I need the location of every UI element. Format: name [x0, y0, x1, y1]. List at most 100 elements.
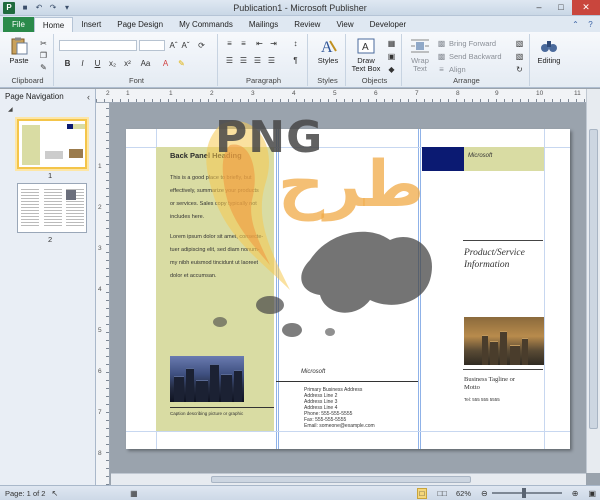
tab-file[interactable]: File [3, 17, 34, 32]
city-night-photo[interactable] [170, 356, 244, 402]
bullets-icon[interactable]: ≡ [224, 38, 235, 48]
page-thumbnail-1[interactable] [17, 119, 87, 169]
line-spacing-icon[interactable]: ↕ [290, 38, 301, 48]
fit-page-icon[interactable]: ▣ [588, 489, 596, 498]
customize-toolbar-icon[interactable]: ▾ [61, 2, 73, 14]
company-logo-text-front[interactable]: Microsoft [468, 153, 492, 159]
vertical-scrollbar[interactable] [586, 89, 600, 473]
zoom-level[interactable]: 62% [456, 489, 471, 498]
bold-button[interactable]: B [62, 58, 73, 68]
title-bar: P ■ ↶ ↷ ▾ Publication1 - Microsoft Publi… [0, 0, 600, 16]
highlight-icon[interactable]: ✎ [176, 58, 187, 68]
copy-icon[interactable]: ❐ [38, 50, 49, 60]
tab-view[interactable]: View [328, 17, 361, 32]
maximize-button[interactable]: □ [550, 0, 572, 15]
picture-icon[interactable]: ▣ [386, 51, 397, 61]
photo-caption[interactable]: Caption describing picture or graphic [170, 411, 243, 416]
redo-icon[interactable]: ↷ [47, 2, 59, 14]
bring-forward-icon[interactable]: ▩ [436, 38, 447, 48]
tab-page-design[interactable]: Page Design [109, 17, 171, 32]
align-icon[interactable]: ≡ [436, 64, 447, 74]
shrink-font-icon[interactable]: Aˇ [180, 40, 191, 50]
ruler-number: 6 [374, 90, 378, 97]
page-indicator[interactable]: Page: 1 of 2 [5, 489, 45, 498]
publisher-app-icon[interactable]: P [3, 1, 15, 14]
paste-button[interactable]: Paste [6, 37, 32, 65]
page-thumbnail-2[interactable] [17, 183, 87, 233]
business-tagline[interactable]: Business Tagline or Motto [464, 376, 515, 392]
page-navigation-pane: Page Navigation ‹ ◢ 1 2 [0, 89, 96, 485]
address-block[interactable]: Primary Business Address Address Line 2 … [304, 387, 375, 429]
city-skyline-photo[interactable] [464, 317, 544, 365]
underline-button[interactable]: U [92, 58, 103, 68]
group-icon[interactable]: ▧ [514, 38, 525, 48]
close-button[interactable]: ✕ [572, 0, 600, 15]
font-size-combo[interactable] [139, 40, 165, 51]
vertical-scroll-thumb[interactable] [589, 129, 598, 429]
table-icon[interactable]: ▦ [386, 38, 397, 48]
save-icon[interactable]: ■ [19, 2, 31, 14]
collapse-pane-icon[interactable]: ‹ [87, 92, 90, 102]
vertical-ruler[interactable]: 1 2 3 4 5 6 7 8 [96, 103, 110, 485]
tab-review[interactable]: Review [286, 17, 328, 32]
justify-icon[interactable]: ☰ [266, 55, 277, 65]
align-center-icon[interactable]: ☰ [238, 55, 249, 65]
show-paragraph-marks-icon[interactable]: ¶ [290, 55, 301, 65]
numbering-icon[interactable]: ≡ [238, 38, 249, 48]
paste-label: Paste [9, 56, 29, 65]
clear-formatting-icon[interactable]: ⟳ [196, 40, 207, 50]
send-backward-icon[interactable]: ▩ [436, 51, 447, 61]
cut-icon[interactable]: ✂ [38, 38, 49, 48]
wrap-text-button[interactable]: Wrap Text [406, 37, 434, 73]
minimize-button[interactable]: – [528, 0, 550, 15]
tab-insert[interactable]: Insert [73, 17, 109, 32]
cursor-position-icon: ↖ [51, 488, 59, 498]
telephone-text[interactable]: Tel: 555 555 5555 [464, 397, 500, 402]
grow-font-icon[interactable]: Aˆ [168, 40, 179, 50]
font-name-combo[interactable] [59, 40, 137, 51]
undo-icon[interactable]: ↶ [33, 2, 45, 14]
single-page-view-icon[interactable]: □ [416, 487, 428, 499]
paragraph-group: ≡ ≡ ⇤ ⇥ ↕ ☰ ☰ ☰ ☰ ¶ Paragraph [220, 34, 308, 86]
shapes-icon[interactable]: ◆ [386, 64, 397, 74]
header-band[interactable] [464, 147, 544, 171]
format-painter-icon[interactable]: ✎ [38, 62, 49, 72]
photo-detail [490, 341, 498, 365]
horizontal-scrollbar[interactable] [111, 473, 586, 485]
send-backward-button[interactable]: Send Backward [449, 52, 502, 61]
zoom-in-icon[interactable]: ⊕ [572, 489, 579, 498]
minimize-ribbon-icon[interactable]: ⌃ [570, 19, 581, 30]
bring-forward-button[interactable]: Bring Forward [449, 39, 496, 48]
superscript-button[interactable]: x² [122, 58, 133, 68]
section-expand-icon[interactable]: ◢ [8, 106, 13, 113]
align-button[interactable]: Align [449, 65, 466, 74]
company-logo-text[interactable]: Microsoft [301, 369, 325, 375]
subscript-button[interactable]: x₂ [107, 58, 118, 68]
zoom-slider[interactable] [491, 488, 562, 498]
ruler-number: 7 [98, 409, 102, 416]
product-service-title[interactable]: Product/Service Information [464, 247, 525, 271]
two-page-spread-icon[interactable]: □□ [437, 489, 447, 498]
tab-home[interactable]: Home [33, 17, 74, 32]
zoom-slider-knob[interactable] [521, 488, 526, 498]
font-color-icon[interactable]: A [160, 58, 171, 68]
tab-developer[interactable]: Developer [362, 17, 414, 32]
decrease-indent-icon[interactable]: ⇤ [254, 38, 265, 48]
align-left-icon[interactable]: ☰ [224, 55, 235, 65]
rotate-icon[interactable]: ↻ [514, 64, 525, 74]
thumb-panel [44, 187, 62, 227]
ungroup-icon[interactable]: ▧ [514, 51, 525, 61]
italic-button[interactable]: I [77, 58, 88, 68]
draw-text-box-button[interactable]: A Draw Text Box [350, 37, 382, 73]
styles-button[interactable]: A Styles [314, 37, 342, 65]
tab-my-commands[interactable]: My Commands [171, 17, 241, 32]
horizontal-scroll-thumb[interactable] [211, 476, 471, 483]
help-icon[interactable]: ? [585, 19, 596, 30]
increase-indent-icon[interactable]: ⇥ [268, 38, 279, 48]
tab-mailings[interactable]: Mailings [241, 17, 286, 32]
align-right-icon[interactable]: ☰ [252, 55, 263, 65]
zoom-out-icon[interactable]: ⊖ [481, 489, 488, 498]
change-case-button[interactable]: Aa [140, 58, 151, 68]
object-size-icon: ▦ [130, 488, 138, 498]
editing-button[interactable]: Editing [534, 37, 564, 65]
